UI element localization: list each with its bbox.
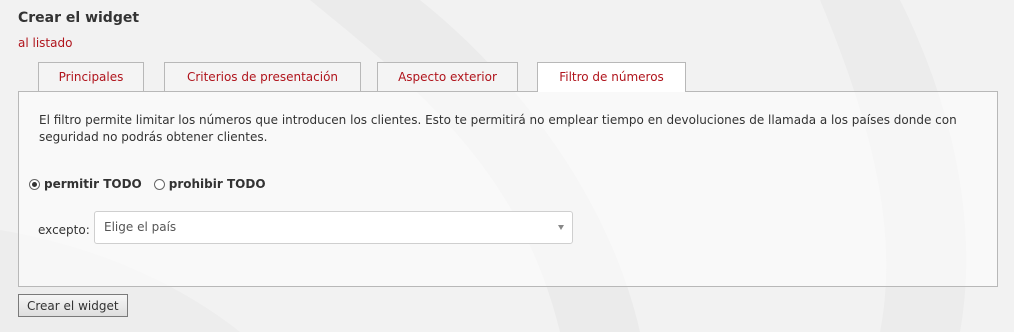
except-label: excepto:	[38, 223, 90, 237]
caret-down-icon	[558, 225, 564, 230]
create-widget-button[interactable]: Crear el widget	[18, 294, 128, 317]
country-select[interactable]: Elige el país	[94, 211, 573, 244]
radio-checked-icon[interactable]	[29, 178, 40, 190]
back-to-list-link[interactable]: al listado	[18, 36, 72, 50]
forbid-all-label: prohibir TODO	[168, 177, 266, 191]
allow-all-radio[interactable]: permitir TODO	[29, 177, 142, 191]
filter-description: El filtro permite limitar los números qu…	[39, 113, 957, 144]
filter-mode-radio-group: permitir TODO prohibir TODO	[29, 177, 278, 191]
tab-aspecto-exterior[interactable]: Aspecto exterior	[377, 62, 518, 91]
allow-all-label: permitir TODO	[44, 177, 142, 191]
radio-unchecked-icon[interactable]	[153, 178, 165, 190]
filter-panel: El filtro permite limitar los números qu…	[18, 91, 998, 287]
country-select-value: Elige el país	[104, 220, 177, 234]
tab-criterios-presentacion[interactable]: Criterios de presentación	[164, 62, 361, 91]
page-title: Crear el widget	[18, 10, 140, 26]
forbid-all-radio[interactable]: prohibir TODO	[153, 177, 266, 191]
tab-filtro-numeros[interactable]: Filtro de números	[537, 62, 686, 92]
tab-principales[interactable]: Principales	[38, 62, 144, 91]
